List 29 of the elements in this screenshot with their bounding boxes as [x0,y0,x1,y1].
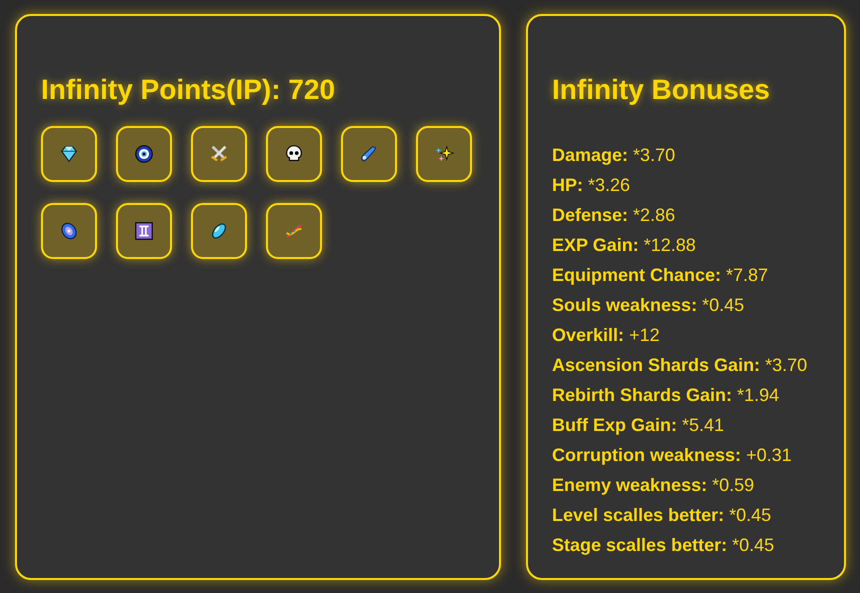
bonus-line: Souls weakness: *0.45 [552,294,746,317]
eye-icon [133,143,155,165]
upgrade-button[interactable] [266,203,322,259]
bonus-line: Corruption weakness: +0.31 [552,444,793,467]
bonus-line: Damage: *3.70 [552,144,676,167]
bonuses-title: Infinity Bonuses [552,74,770,106]
upgrade-button[interactable] [116,203,172,259]
bonus-line: EXP Gain: *12.88 [552,234,697,257]
upgrade-button[interactable] [416,126,472,182]
upgrade-button[interactable] [266,126,322,182]
bonus-line: Buff Exp Gain: *5.41 [552,414,726,437]
bonus-line: HP: *3.26 [552,174,632,197]
bonus-line: Level scalles better: *0.45 [552,504,772,527]
upgrade-button[interactable] [41,203,97,259]
bonus-line: Rebirth Shards Gain: *1.94 [552,384,780,407]
bonus-line: Overkill: +12 [552,324,661,347]
upgrade-button[interactable] [191,126,247,182]
upgrade-button[interactable] [41,126,97,182]
upgrade-button[interactable] [341,126,397,182]
bonus-line: Equipment Chance: *7.87 [552,264,770,287]
gemini-sign-icon [133,220,155,242]
bonus-line: Enemy weakness: *0.59 [552,474,756,497]
upgrade-button[interactable] [191,203,247,259]
bonus-line: Defense: *2.86 [552,204,676,227]
points-title: Infinity Points(IP): 720 [41,74,336,106]
bonus-line: Ascension Shards Gain: *3.70 [552,354,808,377]
gem-icon [58,143,80,165]
bonus-line: Stage scalles better: *0.45 [552,534,776,557]
upgrade-button[interactable] [116,126,172,182]
